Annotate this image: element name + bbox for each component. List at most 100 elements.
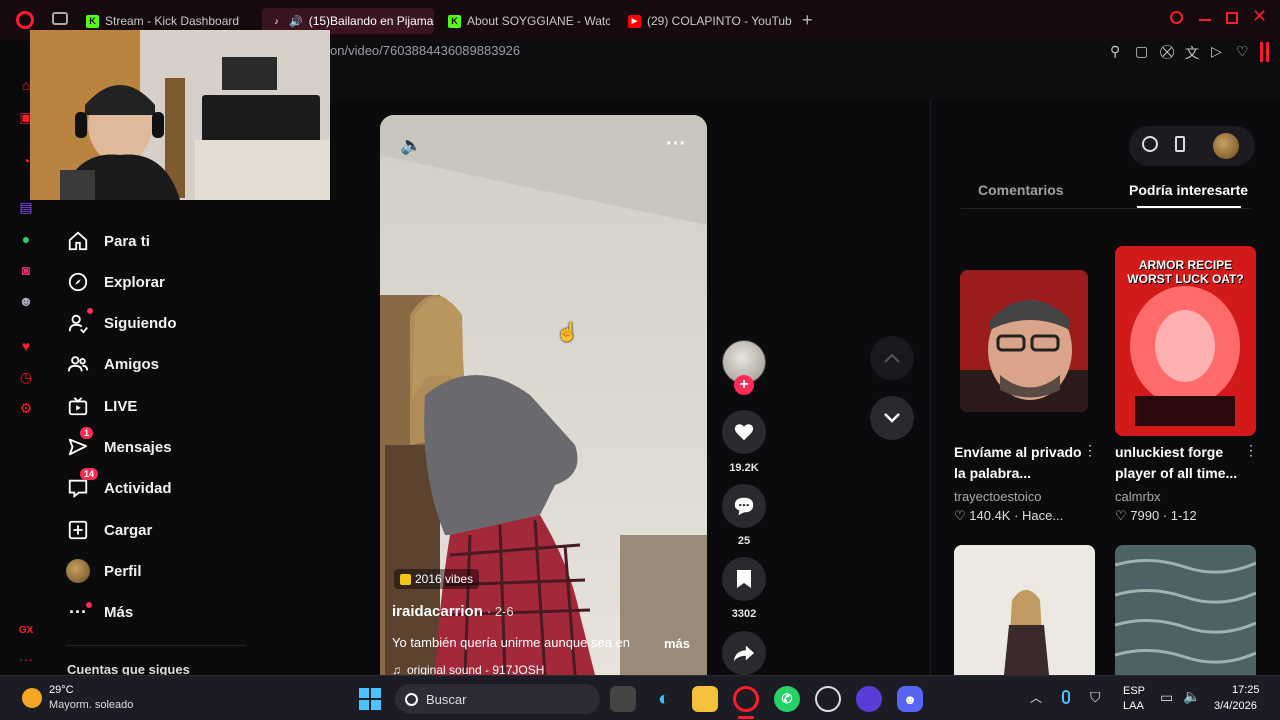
nav-siguiendo[interactable]: Siguiendo (66, 308, 177, 337)
activity-badge: 14 (80, 468, 99, 480)
video-caption: Yo también quería unirme aunque sea en (392, 635, 631, 650)
windows-taskbar: 29°C Mayorm. soleado Buscar ◐ ✆ ☻ ︿ ⛉ ES… (0, 675, 1280, 720)
nav-mas[interactable]: ··· Más (66, 598, 133, 626)
card-title[interactable]: unluckiest forge player of all time... (1115, 442, 1265, 484)
video-player[interactable]: 🔈 ··· 2016 vibes iraidacarrion · 2-6 Yo … (380, 115, 707, 675)
chevron-up-icon (884, 353, 900, 363)
chevron-up-icon[interactable]: ︿ (1030, 689, 1042, 706)
video-sound-row[interactable]: ♫ original sound - 917JOSH (392, 663, 544, 675)
more-icon[interactable]: ··· (17, 650, 35, 668)
comment-button[interactable] (722, 484, 766, 528)
previous-video-button[interactable] (870, 336, 914, 380)
instagram-icon[interactable]: ◙ (17, 261, 35, 279)
card-author[interactable]: trayectoestoico (954, 489, 1041, 504)
maximize-button[interactable] (1226, 12, 1238, 24)
taskbar-search[interactable]: Buscar (395, 684, 600, 714)
nav-label: Cargar (104, 521, 153, 539)
video-author[interactable]: iraidacarrion (392, 603, 483, 620)
whatsapp-icon[interactable]: ● (17, 230, 35, 248)
suggested-video-thumb[interactable] (1115, 545, 1256, 675)
sound-badge[interactable]: 2016 vibes (394, 569, 480, 589)
like-button[interactable] (722, 410, 766, 454)
new-tab-button[interactable]: + (802, 10, 813, 31)
opera-logo-icon[interactable] (16, 11, 34, 29)
shield-icon[interactable]: ⛒ (1160, 43, 1174, 60)
suggested-video-thumb[interactable] (954, 545, 1095, 675)
nav-mensajes[interactable]: 1 Mensajes (66, 427, 172, 461)
tab-comentarios[interactable]: Comentarios (978, 182, 1064, 198)
weather-desc[interactable]: Mayorm. soleado (49, 699, 133, 711)
video-sound: original sound - 917JOSH (407, 663, 545, 675)
tab-kick-about[interactable]: K About SOYGGIANE - Watc (440, 8, 610, 34)
card-title[interactable]: Envíame al privado la palabra... (954, 442, 1104, 484)
translate-icon[interactable]: 文 (1185, 43, 1199, 63)
save-button[interactable] (722, 557, 766, 601)
play-icon[interactable]: ▷ (1211, 43, 1222, 60)
language-primary[interactable]: ESP (1123, 685, 1145, 697)
app-icon[interactable] (856, 686, 882, 712)
windows-start-icon[interactable] (357, 686, 383, 712)
microphone-icon[interactable] (1062, 690, 1070, 704)
tabs-divider (961, 208, 1251, 209)
weather-temp[interactable]: 29°C (49, 684, 74, 696)
next-video-button[interactable] (870, 396, 914, 440)
card-menu-icon[interactable]: ⋮ (1083, 442, 1097, 459)
speaker-icon[interactable]: 🔊 (289, 15, 303, 28)
card-author[interactable]: calmrbx (1115, 489, 1161, 504)
whatsapp-icon[interactable]: ✆ (774, 686, 800, 712)
heart-icon[interactable]: ♡ (1236, 43, 1249, 60)
gx-icon[interactable]: GX (17, 622, 35, 640)
nav-explorar[interactable]: Explorar (66, 268, 165, 296)
nav-amigos[interactable]: Amigos (66, 350, 159, 378)
nav-para-ti[interactable]: Para ti (66, 227, 150, 255)
edge-icon[interactable]: ◐ (651, 686, 677, 712)
snapshot-icon[interactable]: ▢ (1135, 43, 1148, 60)
search-icon[interactable] (1170, 11, 1183, 24)
tab-podria-interesarte[interactable]: Podría interesarte (1129, 182, 1249, 198)
card-menu-icon[interactable]: ⋮ (1244, 442, 1258, 459)
comment-icon (734, 497, 754, 516)
heart-icon[interactable]: ♥ (17, 337, 35, 355)
nav-cargar[interactable]: Cargar (66, 516, 152, 544)
task-view-icon[interactable] (610, 686, 636, 712)
menu-bars-icon[interactable] (1260, 42, 1263, 62)
clock-time[interactable]: 17:25 (1232, 684, 1260, 696)
discord-icon[interactable]: ☻ (17, 292, 35, 310)
twitch-icon[interactable]: ▤ (17, 198, 35, 216)
discord-icon[interactable]: ☻ (897, 686, 923, 712)
compass-icon[interactable] (1142, 136, 1158, 152)
nav-live[interactable]: LIVE (66, 392, 137, 420)
volume-icon[interactable]: 🔈 (400, 135, 422, 156)
pin-icon[interactable]: ⚲ (1110, 43, 1120, 60)
share-button[interactable] (722, 631, 766, 675)
follow-plus-icon[interactable]: + (734, 375, 754, 395)
clock-date[interactable]: 3/4/2026 (1214, 700, 1257, 712)
language-secondary[interactable]: LAA (1123, 700, 1144, 712)
nav-label: Explorar (104, 273, 165, 291)
workspaces-icon[interactable] (52, 12, 68, 25)
caption-more-button[interactable]: más (664, 636, 690, 651)
suggested-video-thumb[interactable] (960, 270, 1088, 412)
history-icon[interactable]: ◷ (17, 368, 35, 386)
profile-avatar[interactable] (1213, 133, 1239, 159)
opera-gx-icon[interactable] (733, 686, 759, 712)
settings-icon[interactable]: ⚙ (17, 399, 35, 417)
weather-sun-icon[interactable] (22, 688, 42, 708)
activity-icon: 14 (66, 468, 99, 500)
youtube-icon: ▶ (628, 14, 641, 28)
video-frame (380, 115, 707, 675)
suggested-video-thumb[interactable]: ARMOR RECIPE WORST LUCK OAT? (1115, 246, 1256, 436)
nav-perfil[interactable]: Perfil (66, 557, 142, 585)
minimize-button[interactable] (1199, 19, 1211, 21)
file-explorer-icon[interactable] (692, 686, 718, 712)
more-options-icon[interactable]: ··· (666, 133, 686, 156)
close-button[interactable]: ✕ (1252, 6, 1267, 27)
url-field[interactable]: on/video/7603884436089883926 (330, 43, 520, 58)
network-icon[interactable]: ▭ (1160, 689, 1173, 706)
volume-icon[interactable]: 🔈 (1183, 688, 1200, 705)
phone-icon[interactable] (1175, 136, 1185, 152)
tab-youtube[interactable]: ▶ (29) COLAPINTO - YouTub (620, 8, 792, 34)
nav-actividad[interactable]: 14 Actividad (66, 468, 172, 502)
security-icon[interactable]: ⛉ (1090, 689, 1101, 706)
obs-icon[interactable] (815, 686, 841, 712)
